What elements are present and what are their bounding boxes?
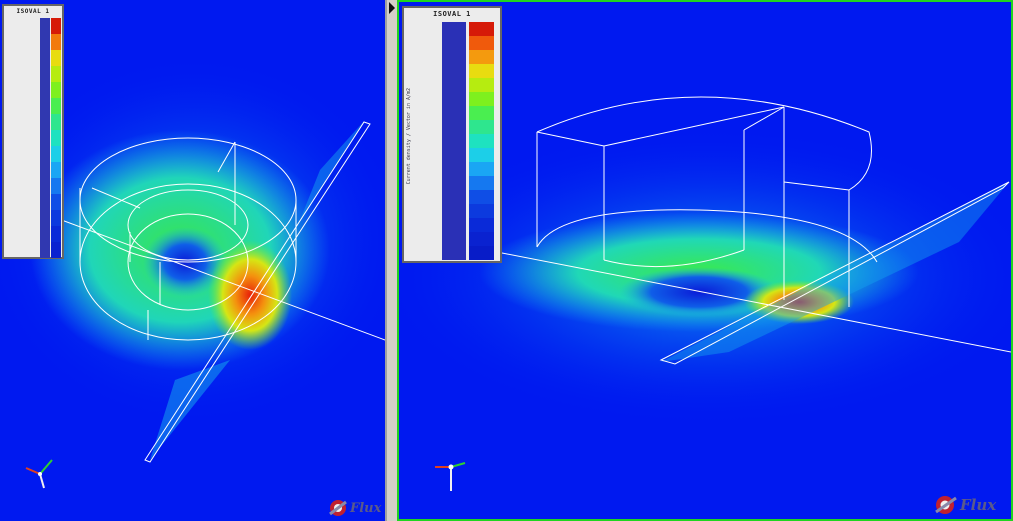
right-axis-triad-icon: [435, 462, 466, 491]
left-legend-panel[interactable]: ISOVAL 1: [2, 4, 64, 259]
right-legend-panel[interactable]: ISOVAL 1 Current density / Vector in A/m…: [402, 6, 502, 263]
right-view-viewport[interactable]: ISOVAL 1 Current density / Vector in A/m…: [397, 0, 1013, 521]
right-legend-quantity-label: Current density / Vector in A/m2: [406, 88, 412, 185]
right-legend-colorbar: [442, 22, 494, 260]
flux-logo-icon: [329, 500, 347, 516]
right-flux-logo: Flux: [934, 494, 996, 516]
right-flux-logo-text: Flux: [960, 496, 997, 514]
right-legend-title: ISOVAL 1: [433, 10, 471, 18]
view-splitter[interactable]: [387, 0, 397, 521]
left-flux-logo-text: Flux: [350, 500, 382, 516]
left-legend-title: ISOVAL 1: [16, 8, 50, 15]
left-axis-triad-icon: [25, 459, 53, 489]
flux-logo-icon: [935, 496, 957, 514]
left-legend-colorbar: [40, 18, 61, 258]
left-flux-logo: Flux: [328, 498, 381, 518]
left-view-viewport[interactable]: ISOVAL 1 Flux: [0, 0, 387, 521]
splitter-arrow-icon[interactable]: [389, 2, 395, 14]
